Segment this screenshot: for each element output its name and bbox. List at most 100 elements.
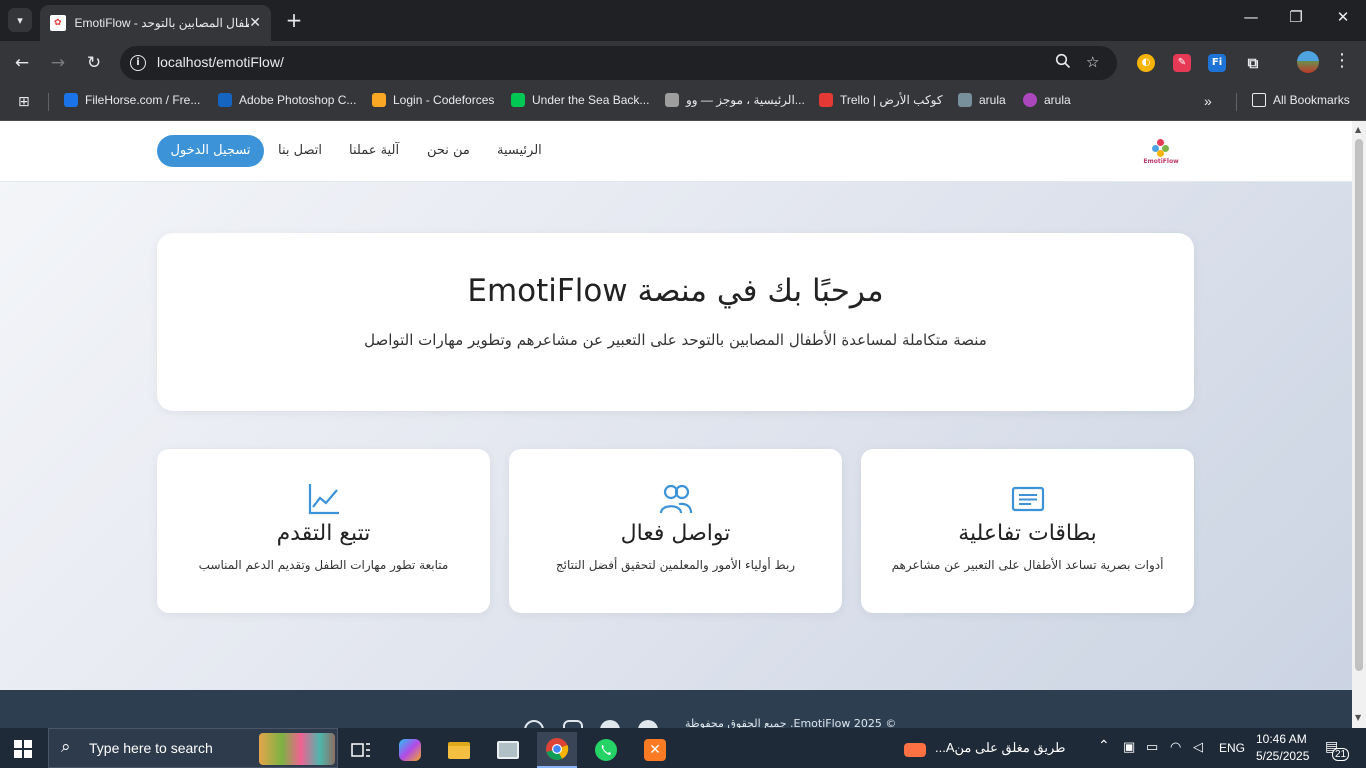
footer-copyright: © 2025 EmotiFlow. جميع الحقوق محفوظة bbox=[685, 717, 897, 728]
bookmark-item[interactable]: الرئيسية ، موجز — وو... bbox=[665, 93, 805, 107]
extension-pdf-icon[interactable]: ✎ bbox=[1173, 54, 1191, 72]
volume-icon[interactable]: ◁ bbox=[1193, 739, 1203, 755]
bookmark-favicon-icon bbox=[958, 93, 972, 107]
feature-description: متابعة تطور مهارات الطفل وتقديم الدعم ال… bbox=[198, 558, 449, 572]
address-url[interactable]: localhost/emotiFlow/ bbox=[157, 54, 284, 70]
users-icon bbox=[509, 482, 842, 514]
taskbar-search-box[interactable]: ⌕ Type here to search bbox=[48, 728, 338, 768]
logo-text: EmotiFlow bbox=[1143, 158, 1179, 165]
news-notification[interactable]: طريق مغلق على منA... bbox=[935, 740, 1065, 756]
nav-link-contact[interactable]: اتصل بنا bbox=[278, 143, 322, 158]
extension-color-icon[interactable]: ◐ bbox=[1137, 54, 1155, 72]
nav-link-home[interactable]: الرئيسية bbox=[497, 143, 542, 158]
card-text-icon bbox=[861, 482, 1194, 514]
bookmark-favicon-icon bbox=[819, 93, 833, 107]
file-explorer-icon[interactable] bbox=[439, 732, 479, 768]
input-language[interactable]: ENG bbox=[1219, 741, 1245, 755]
profile-avatar[interactable] bbox=[1297, 51, 1319, 73]
folder-icon bbox=[1252, 93, 1266, 107]
nav-link-about[interactable]: من نحن bbox=[427, 143, 470, 158]
bookmarks-divider bbox=[48, 93, 49, 111]
browser-tab-active[interactable]: ✿ EmotiFlow - منصة الأطفال المصابين بالت… bbox=[40, 5, 271, 41]
extension-fi-icon[interactable]: Fi bbox=[1208, 54, 1226, 72]
site-footer: © 2025 EmotiFlow. جميع الحقوق محفوظة bbox=[0, 690, 1352, 728]
all-bookmarks-button[interactable]: All Bookmarks bbox=[1252, 93, 1350, 107]
clock-time[interactable]: 10:46 AM bbox=[1256, 732, 1307, 746]
traffic-alert-icon[interactable] bbox=[898, 732, 932, 768]
social-pinterest-icon[interactable] bbox=[524, 720, 544, 728]
chevron-down-icon: ▾ bbox=[17, 13, 23, 27]
star-icon[interactable]: ☆ bbox=[1086, 53, 1099, 71]
close-icon[interactable]: ✕ bbox=[249, 15, 261, 31]
bookmark-item[interactable]: arula bbox=[1023, 93, 1071, 107]
apps-grid-icon[interactable]: ⊞ bbox=[18, 94, 30, 110]
whatsapp-icon[interactable] bbox=[586, 732, 626, 768]
bookmarks-bar: ⊞ FileHorse.com / Fre... Adobe Photoshop… bbox=[0, 85, 1366, 121]
feature-card-communication: تواصل فعال ربط أولياء الأمور والمعلمين ل… bbox=[509, 449, 842, 613]
task-view-icon[interactable] bbox=[341, 732, 381, 768]
battery-icon[interactable]: ▭ bbox=[1146, 739, 1158, 755]
hero-title: مرحبًا بك في منصة EmotiFlow bbox=[467, 273, 884, 309]
social-instagram-icon[interactable] bbox=[563, 720, 583, 728]
site-navbar: تسجيل الدخول اتصل بنا آلية عملنا من نحن … bbox=[0, 121, 1352, 182]
copilot-icon[interactable] bbox=[390, 732, 430, 768]
notification-count-badge: 21 bbox=[1332, 748, 1350, 761]
hero-card: مرحبًا بك في منصة EmotiFlow منصة متكاملة… bbox=[157, 233, 1194, 411]
bookmark-favicon-icon bbox=[1023, 93, 1037, 107]
feature-title: تتبع التقدم bbox=[276, 521, 371, 546]
restore-button[interactable]: ❐ bbox=[1273, 8, 1319, 26]
page-scrollbar[interactable]: ▲ ▼ bbox=[1352, 121, 1366, 728]
scrollbar-thumb[interactable] bbox=[1355, 139, 1363, 671]
chevron-up-icon[interactable]: ⌃ bbox=[1098, 737, 1110, 754]
windows-start-icon[interactable] bbox=[14, 740, 32, 758]
back-arrow-icon[interactable]: ← bbox=[10, 51, 34, 75]
bookmark-item[interactable]: Adobe Photoshop C... bbox=[218, 93, 356, 107]
control-panel-icon[interactable] bbox=[488, 732, 528, 768]
extensions-puzzle-icon[interactable]: ⧉ bbox=[1244, 54, 1262, 72]
login-button[interactable]: تسجيل الدخول bbox=[157, 135, 264, 167]
bookmark-favicon-icon bbox=[218, 93, 232, 107]
bookmark-item[interactable]: Trello | كوكب الأرض bbox=[819, 93, 943, 107]
reload-icon[interactable]: ↻ bbox=[82, 51, 106, 75]
bookmark-favicon-icon bbox=[64, 93, 78, 107]
social-facebook-icon[interactable] bbox=[638, 720, 658, 728]
browser-toolbar: ← → ↻ i localhost/emotiFlow/ ☆ ◐ ✎ Fi ⧉ … bbox=[0, 41, 1366, 85]
bookmark-item[interactable]: arula bbox=[958, 93, 1006, 107]
feature-description: أدوات بصرية تساعد الأطفال على التعبير عن… bbox=[891, 558, 1164, 572]
chrome-icon[interactable] bbox=[537, 732, 577, 768]
social-twitter-icon[interactable] bbox=[600, 720, 620, 728]
site-logo[interactable]: EmotiFlow bbox=[1140, 133, 1182, 171]
close-window-button[interactable]: ✕ bbox=[1320, 8, 1366, 26]
nav-link-how-it-works[interactable]: آلية عملنا bbox=[349, 143, 399, 158]
taskbar-search-placeholder: Type here to search bbox=[89, 740, 213, 756]
wifi-icon[interactable]: ◠ bbox=[1170, 739, 1181, 755]
logo-flower-icon bbox=[1152, 139, 1170, 157]
feature-description: ربط أولياء الأمور والمعلمين لتحقيق أفضل … bbox=[555, 558, 796, 572]
minimize-button[interactable]: — bbox=[1228, 8, 1274, 26]
bookmark-favicon-icon bbox=[665, 93, 679, 107]
menu-dots-icon[interactable]: ⋮ bbox=[1333, 50, 1351, 71]
site-favicon-icon: ✿ bbox=[50, 15, 66, 31]
browser-tabbar: ▾ ✿ EmotiFlow - منصة الأطفال المصابين با… bbox=[0, 0, 1366, 41]
address-bar[interactable]: i localhost/emotiFlow/ ☆ bbox=[120, 46, 1117, 80]
clock-date[interactable]: 5/25/2025 bbox=[1256, 749, 1309, 763]
page-viewport: تسجيل الدخول اتصل بنا آلية عملنا من نحن … bbox=[0, 121, 1352, 728]
bookmark-item[interactable]: Under the Sea Back... bbox=[511, 93, 649, 107]
forward-arrow-icon[interactable]: → bbox=[46, 51, 70, 75]
bookmark-item[interactable]: Login - Codeforces bbox=[372, 93, 494, 107]
feature-card-interactive-cards: بطاقات تفاعلية أدوات بصرية تساعد الأطفال… bbox=[861, 449, 1194, 613]
scroll-up-icon[interactable]: ▲ bbox=[1355, 125, 1361, 134]
site-info-icon[interactable]: i bbox=[130, 55, 146, 71]
chart-line-icon bbox=[157, 482, 490, 515]
windows-taskbar: ⌕ Type here to search ✕ طريق مغلق على من… bbox=[0, 728, 1366, 768]
tab-title: EmotiFlow - منصة الأطفال المصابين بالتوح… bbox=[74, 16, 250, 30]
new-tab-button[interactable]: + bbox=[282, 8, 306, 32]
xampp-icon[interactable]: ✕ bbox=[635, 732, 675, 768]
bookmark-item[interactable]: FileHorse.com / Fre... bbox=[64, 93, 200, 107]
zoom-search-icon[interactable] bbox=[1055, 53, 1071, 73]
bookmarks-divider bbox=[1236, 93, 1237, 111]
meet-icon[interactable]: ▣ bbox=[1123, 739, 1135, 755]
tab-search-button[interactable]: ▾ bbox=[8, 8, 32, 32]
more-bookmarks-icon[interactable]: » bbox=[1204, 93, 1212, 109]
scroll-down-icon[interactable]: ▼ bbox=[1355, 713, 1361, 722]
